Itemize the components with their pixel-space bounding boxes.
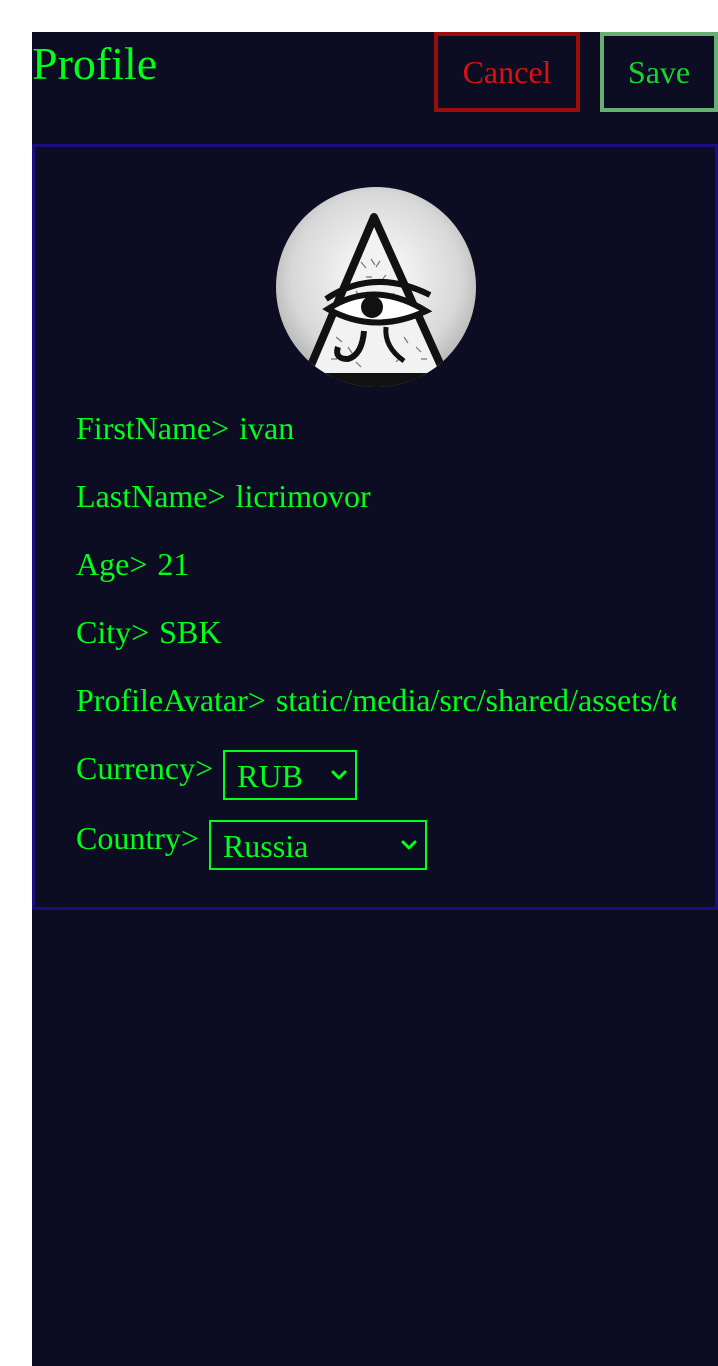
first-name-row: FirstName> ivan [76, 408, 294, 448]
age-row: Age> 21 [76, 544, 189, 584]
last-name-row: LastName> licrimovor [76, 476, 371, 516]
page-title: Profile [32, 38, 158, 89]
profile-card: FirstName> ivan LastName> licrimovor Age> 2… [32, 144, 718, 910]
currency-select-value: RUB [237, 758, 303, 794]
save-button[interactable]: Save [600, 32, 718, 112]
age-label: Age> [76, 546, 148, 582]
first-name-input[interactable]: ivan [239, 408, 294, 448]
profile-page: Profile Cancel Save FirstName> ivan Last… [32, 32, 718, 1366]
currency-select[interactable]: RUB [223, 750, 358, 800]
country-select[interactable]: Russia [208, 820, 427, 870]
first-name-label: FirstName> [76, 410, 230, 446]
last-name-label: LastName> [76, 478, 226, 514]
city-label: City> [76, 614, 150, 650]
avatar-label: ProfileAvatar> [76, 682, 266, 718]
currency-label: Currency> [76, 750, 214, 786]
country-row: Country> Russia [76, 818, 427, 870]
eye-of-providence-image [276, 187, 476, 387]
city-input[interactable]: SBK [159, 612, 221, 652]
age-input[interactable]: 21 [157, 544, 189, 584]
cancel-button[interactable]: Cancel [434, 32, 580, 112]
chevron-down-icon [401, 840, 417, 850]
currency-row: Currency> RUB [76, 748, 358, 800]
profile-avatar [276, 187, 476, 387]
last-name-input[interactable]: licrimovor [236, 476, 371, 516]
avatar-row: ProfileAvatar> static/media/src/shared/as… [76, 680, 676, 720]
country-select-value: Russia [222, 828, 309, 864]
avatar-input[interactable]: static/media/src/shared/assets/te [276, 680, 676, 720]
country-label: Country> [76, 820, 199, 856]
chevron-down-icon [331, 770, 347, 780]
city-row: City> SBK [76, 612, 221, 652]
